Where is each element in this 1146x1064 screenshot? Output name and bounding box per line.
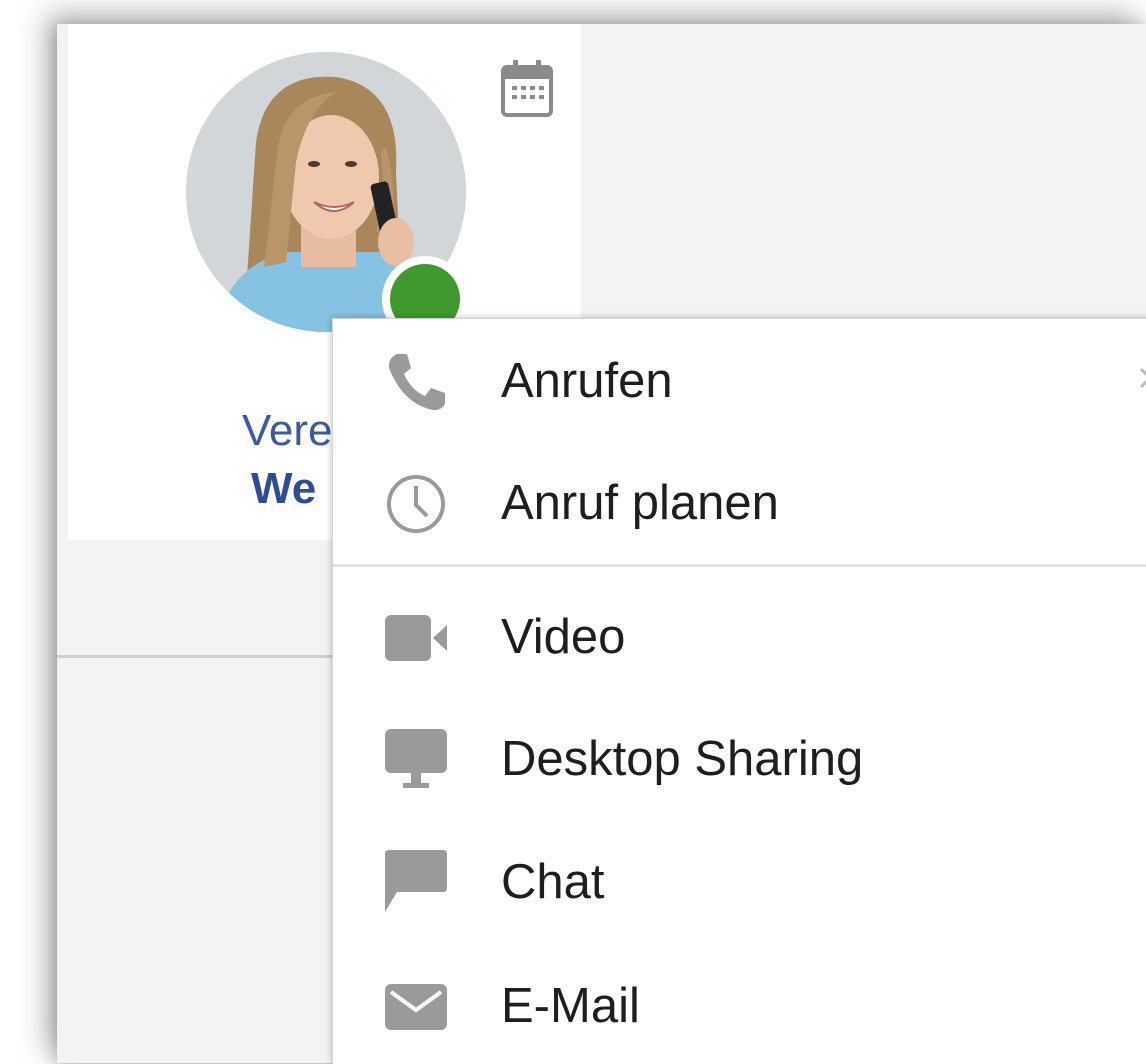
menu-item-anruf-planen[interactable]: Anruf planen [333, 443, 1146, 563]
monitor-icon [385, 729, 447, 788]
menu-item-label: E-Mail [501, 979, 640, 1033]
envelope-icon [385, 984, 447, 1030]
contact-last-name[interactable]: We [251, 464, 316, 514]
menu-item-desktop-sharing[interactable]: Desktop Sharing [333, 699, 1146, 819]
contact-first-name[interactable]: Vere [242, 406, 333, 456]
menu-item-anrufen[interactable]: Anrufen [333, 323, 1146, 443]
menu-item-label: Chat [501, 855, 605, 909]
menu-item-video[interactable]: Video [333, 575, 1146, 695]
menu-item-label: Video [501, 610, 626, 664]
calendar-icon[interactable] [500, 58, 554, 118]
menu-item-label: Anrufen [501, 354, 673, 408]
menu-item-chat[interactable]: Chat [333, 824, 1146, 944]
phone-icon [388, 354, 445, 411]
menu-separator [333, 564, 1146, 567]
contact-action-menu: Anrufen Anruf planen Video Desktop Shari… [332, 318, 1146, 1064]
chat-bubble-icon [385, 850, 447, 912]
section-divider [57, 655, 357, 658]
menu-item-label: Desktop Sharing [501, 732, 864, 786]
clock-icon [387, 475, 445, 533]
video-camera-icon [385, 615, 447, 661]
menu-item-label: Anruf planen [501, 476, 779, 530]
menu-item-email[interactable]: E-Mail [333, 944, 1146, 1064]
